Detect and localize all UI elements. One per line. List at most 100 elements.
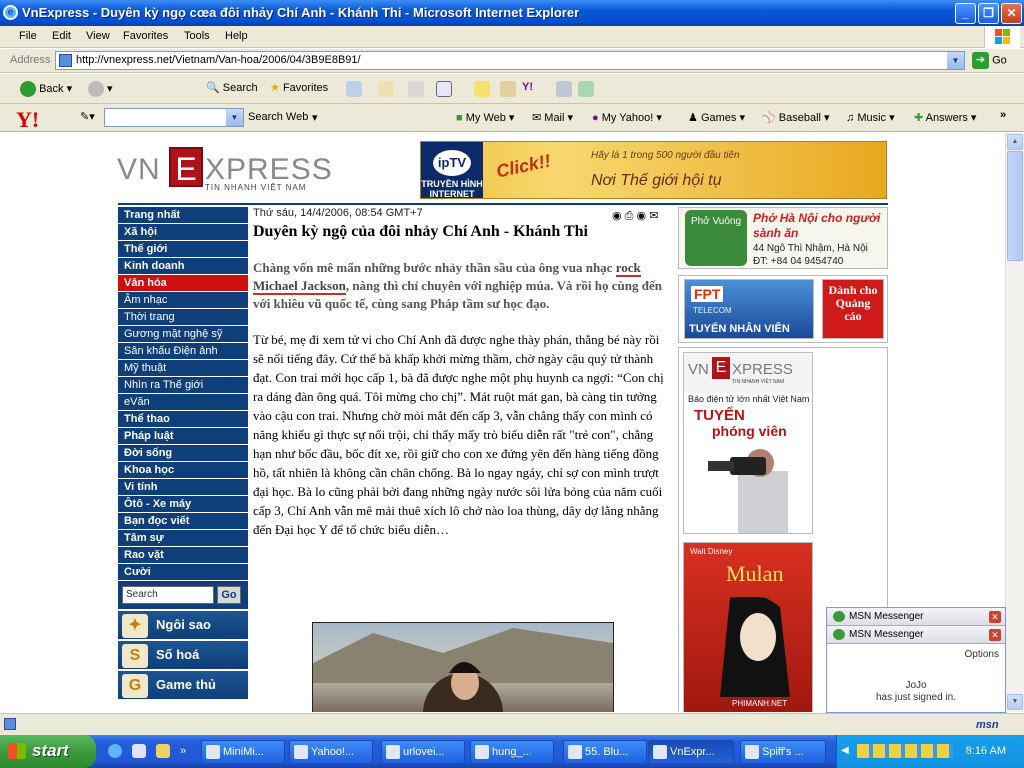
nav-so-hoa[interactable]: S Số hoá bbox=[118, 639, 248, 669]
nav-item[interactable]: Ôtô - Xe máy bbox=[118, 496, 248, 513]
scroll-up-icon[interactable]: ▲ bbox=[1007, 134, 1023, 150]
nav-item[interactable]: Vi tính bbox=[118, 479, 248, 496]
quicklaunch-desktop-icon[interactable] bbox=[132, 744, 146, 758]
research-icon[interactable] bbox=[500, 81, 516, 97]
address-dropdown-icon[interactable]: ▼ bbox=[947, 52, 964, 69]
tray-icons[interactable] bbox=[857, 744, 953, 758]
nav-item[interactable]: Thế giới bbox=[118, 241, 248, 258]
msn-close-icon[interactable]: ✕ bbox=[989, 611, 1001, 623]
nav-item[interactable]: Sân khấu Điện ảnh bbox=[118, 343, 248, 360]
taskbar-button[interactable]: Yahoo!... bbox=[289, 740, 373, 764]
quicklaunch-app-icon[interactable] bbox=[156, 744, 170, 758]
my-web-button[interactable]: ■ My Web ▾ bbox=[456, 111, 514, 124]
back-button[interactable]: Back ▾ bbox=[20, 81, 72, 97]
pencil-icon[interactable]: ✎▾ bbox=[80, 110, 95, 123]
font-icon[interactable]: ◉ bbox=[637, 210, 647, 222]
close-button[interactable]: ✕ bbox=[1001, 3, 1022, 24]
go-button[interactable]: ➔ Go bbox=[972, 52, 1007, 70]
taskbar-button[interactable]: urlovei... bbox=[381, 740, 465, 764]
nav-item[interactable]: Xã hội bbox=[118, 224, 248, 241]
menu-help[interactable]: Help bbox=[225, 30, 248, 42]
msn-bar-2[interactable]: MSN Messenger ✕ bbox=[827, 626, 1005, 644]
scroll-down-icon[interactable]: ▼ bbox=[1007, 694, 1023, 710]
my-yahoo-button[interactable]: ● My Yahoo! ▾ bbox=[592, 111, 662, 124]
nav-item[interactable]: Bạn đọc viết bbox=[118, 513, 248, 530]
nav-item[interactable]: Cười bbox=[118, 564, 248, 581]
zoom-icon[interactable]: ◉ bbox=[612, 210, 622, 222]
nav-item[interactable]: Kinh doanh bbox=[118, 258, 248, 275]
history-icon[interactable] bbox=[346, 81, 362, 97]
start-button[interactable]: start bbox=[0, 735, 96, 768]
menu-file[interactable]: File bbox=[19, 30, 37, 42]
taskbar-button[interactable]: hung_... bbox=[470, 740, 554, 764]
msn-close-icon[interactable]: ✕ bbox=[989, 629, 1001, 641]
print-icon[interactable] bbox=[408, 81, 424, 97]
nav-ngoi-sao[interactable]: ✦ Ngôi sao bbox=[118, 609, 248, 639]
menu-edit[interactable]: Edit bbox=[52, 30, 71, 42]
quicklaunch-more-icon[interactable]: » bbox=[180, 745, 186, 757]
menu-tools[interactable]: Tools bbox=[184, 30, 210, 42]
mail-icon[interactable] bbox=[378, 81, 394, 97]
yahoo-search-dropdown-icon[interactable]: ▼ bbox=[226, 109, 243, 126]
games-button[interactable]: ♟ Games ▾ bbox=[688, 111, 745, 124]
messenger-icon[interactable] bbox=[556, 81, 572, 97]
danh-cho-quang-cao-ad[interactable]: Dành cho Quảng cáo bbox=[822, 279, 884, 339]
taskbar-button[interactable]: Spiff's ... bbox=[740, 740, 826, 764]
sidebar-search-go-button[interactable]: Go bbox=[217, 586, 241, 604]
favorites-button[interactable]: ★ Favorites bbox=[270, 81, 328, 94]
msn-notification[interactable]: MSN Messenger ✕ MSN Messenger ✕ Options Jo… bbox=[826, 607, 1006, 713]
taskbar-button[interactable]: 55. Blu... bbox=[563, 740, 647, 764]
iptv-banner-ad[interactable]: ipTV TRUYỀN HÌNH INTERNET Click!! Hãy là … bbox=[420, 141, 887, 199]
yahoo-logo-icon[interactable]: Y! bbox=[16, 107, 39, 133]
nav-item[interactable]: Gương mặt nghệ sỹ bbox=[118, 326, 248, 343]
pho-ad[interactable]: Phở Vuông Phở Hà Nội cho người sành ăn 4… bbox=[678, 207, 888, 269]
forward-button[interactable]: ▾ bbox=[88, 81, 113, 97]
search-web-dropdown-icon[interactable]: ▾ bbox=[312, 111, 318, 124]
vnexpress-recruit-ad[interactable]: VN E XPRESS TIN NHANH VIỆT NAM Báo điện … bbox=[683, 352, 813, 534]
mail-button[interactable]: ✉ Mail ▾ bbox=[532, 111, 573, 124]
taskbar-button[interactable]: MiniMi... bbox=[201, 740, 285, 764]
nav-item[interactable]: Thời trang bbox=[118, 309, 248, 326]
nav-item[interactable]: Pháp luật bbox=[118, 428, 248, 445]
edit-icon[interactable] bbox=[436, 81, 452, 97]
minimize-button[interactable]: _ bbox=[955, 3, 976, 24]
nav-item[interactable]: Khoa học bbox=[118, 462, 248, 479]
nav-item[interactable]: Thể thao bbox=[118, 411, 248, 428]
nav-item[interactable]: Rao vặt bbox=[118, 547, 248, 564]
nav-item[interactable]: Mỹ thuật bbox=[118, 360, 248, 377]
email-icon[interactable]: ✉ bbox=[649, 210, 658, 222]
answers-button[interactable]: ✚ Answers ▾ bbox=[914, 111, 976, 124]
sidebar-search-input[interactable]: Search bbox=[122, 586, 214, 604]
tray-expand-icon[interactable]: ◀ bbox=[841, 745, 849, 756]
maximize-button[interactable]: ❐ bbox=[978, 3, 999, 24]
menu-view[interactable]: View bbox=[86, 30, 110, 42]
nav-item[interactable]: Âm nhạc bbox=[118, 292, 248, 309]
nav-item[interactable]: Đời sống bbox=[118, 445, 248, 462]
discuss-icon[interactable] bbox=[474, 81, 490, 97]
yahoo-y-icon[interactable]: Y! bbox=[522, 81, 533, 93]
address-input[interactable]: http://vnexpress.net/Vietnam/Van-hoa/200… bbox=[55, 51, 965, 70]
quicklaunch-ie-icon[interactable] bbox=[108, 744, 122, 758]
vertical-scrollbar[interactable]: ▲ ▼ bbox=[1005, 133, 1024, 712]
baseball-button[interactable]: ⚾ Baseball ▾ bbox=[762, 111, 830, 124]
msn-options-link[interactable]: Options bbox=[965, 649, 999, 660]
taskbar-button[interactable]: VnExpr... bbox=[648, 740, 734, 764]
search-button[interactable]: 🔍 Search bbox=[206, 81, 258, 94]
nav-game-thu[interactable]: G Game thủ bbox=[118, 669, 248, 699]
menu-favorites[interactable]: Favorites bbox=[123, 30, 168, 42]
nav-item[interactable]: eVăn bbox=[118, 394, 248, 411]
vnexpress-logo[interactable]: VN E XPRESS TIN NHANH VIỆT NAM bbox=[117, 147, 347, 195]
mulan-ad[interactable]: Walt Disney Mulan PHIMANH.NET bbox=[683, 542, 813, 712]
fpt-ad[interactable]: FPT TELECOM TUYỂN NHÂN VIÊN bbox=[684, 279, 814, 339]
nav-item[interactable]: Tâm sự bbox=[118, 530, 248, 547]
chevron-more-icon[interactable]: » bbox=[1000, 109, 1006, 121]
scroll-thumb[interactable] bbox=[1007, 151, 1023, 261]
yahoo-search-input[interactable]: ▼ bbox=[104, 108, 244, 127]
search-web-button[interactable]: Search Web bbox=[248, 111, 308, 123]
nav-item[interactable]: Văn hóa bbox=[118, 275, 248, 292]
music-button[interactable]: ♫ Music ▾ bbox=[846, 111, 895, 124]
nav-item[interactable]: Nhìn ra Thế giới bbox=[118, 377, 248, 394]
extra-icon[interactable] bbox=[578, 81, 594, 97]
address-url[interactable]: http://vnexpress.net/Vietnam/Van-hoa/200… bbox=[76, 54, 361, 66]
nav-item[interactable]: Trang nhất bbox=[118, 207, 248, 224]
